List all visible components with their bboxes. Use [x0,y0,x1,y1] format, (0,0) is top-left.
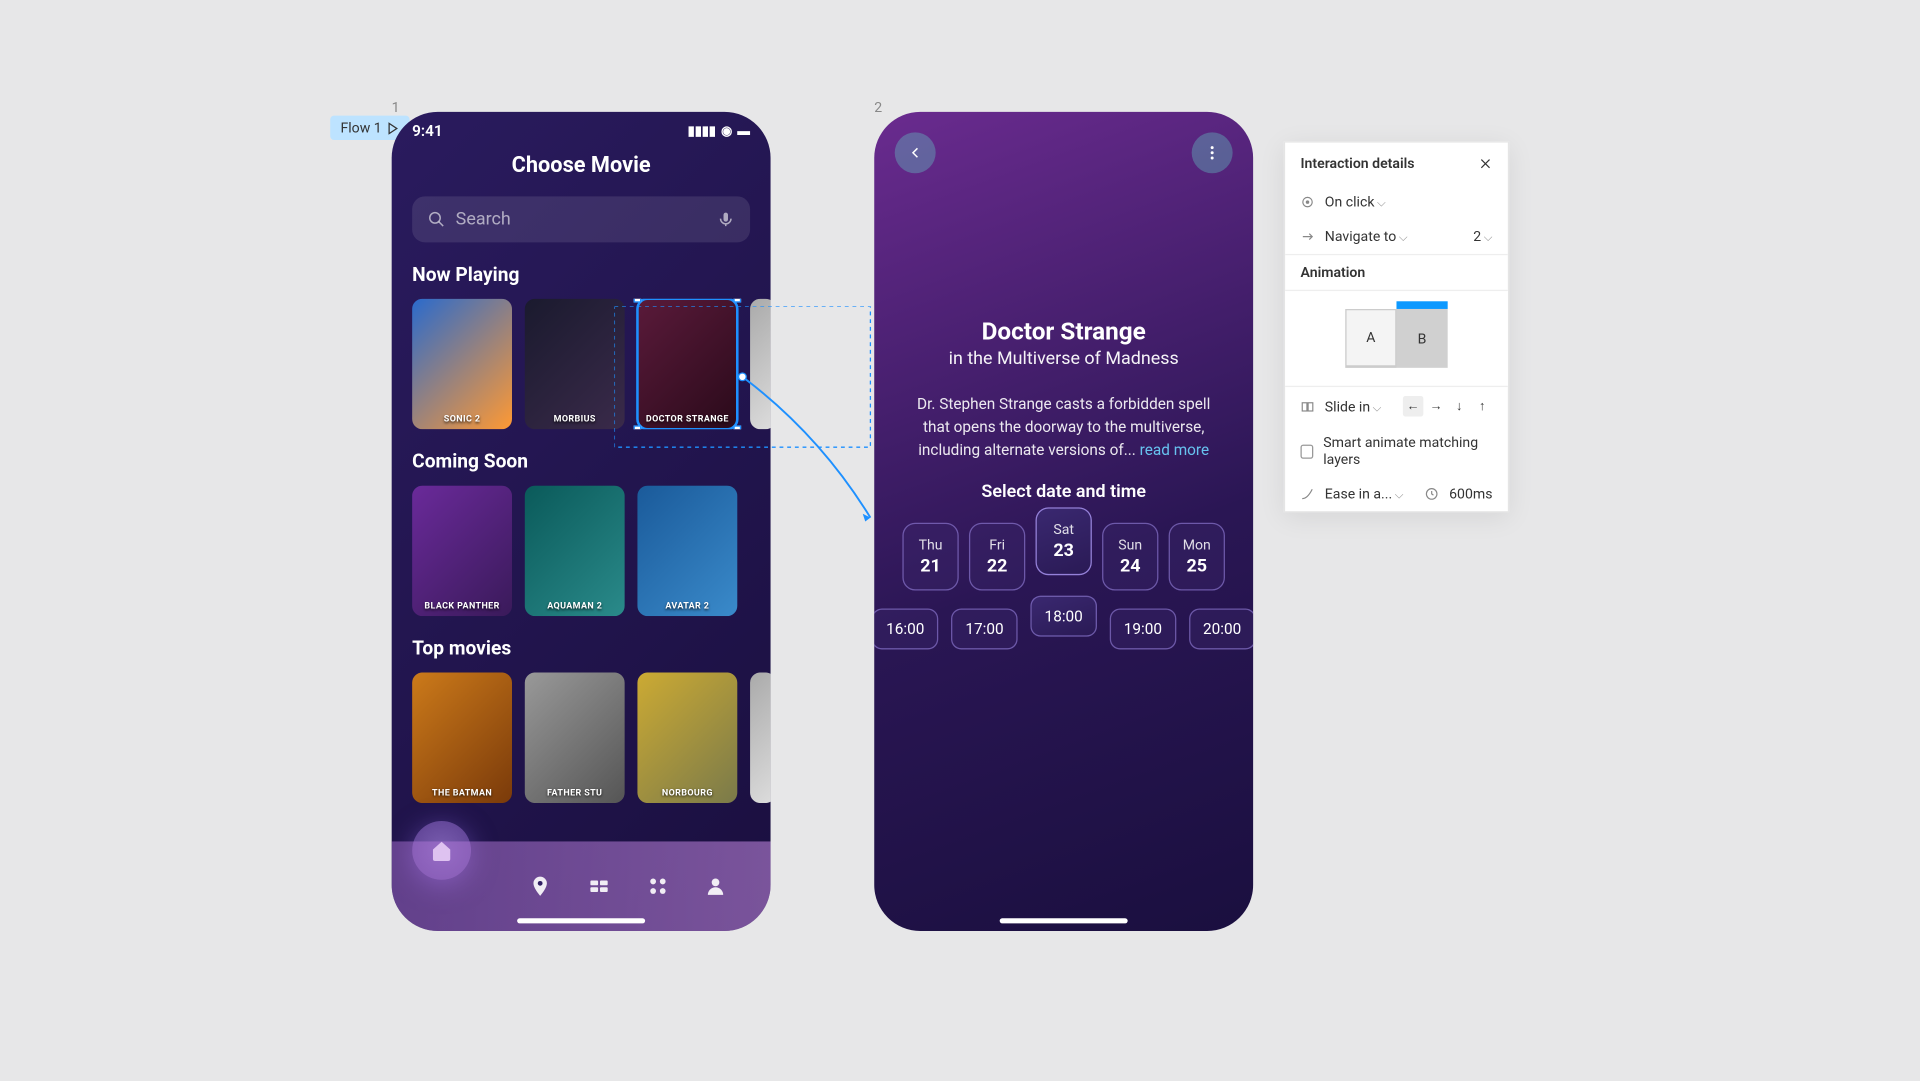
poster[interactable]: THE BATMAN [412,672,512,803]
mic-icon[interactable] [717,210,735,228]
poster[interactable] [750,672,770,803]
search-icon [428,210,446,228]
poster[interactable]: FATHER STU [525,672,625,803]
dir-up-button[interactable]: ↑ [1472,396,1492,416]
top-movies-row: THE BATMAN FATHER STU NORBOURG [392,672,771,803]
now-playing-row: SONIC 2 MORBIUS DOCTOR STRANGE 100 × 130 [392,299,771,430]
animation-preview: A B [1285,290,1508,387]
battery-icon: ▬ [737,124,750,138]
slide-icon [1300,399,1314,413]
easing-icon [1300,487,1314,501]
grid-icon[interactable] [646,875,669,898]
coming-soon-row: BLACK PANTHER AQUAMAN 2 AVATAR 2 [392,486,771,617]
ticket-icon[interactable] [588,875,611,898]
close-icon[interactable] [1478,157,1492,171]
more-button[interactable] [1192,132,1233,173]
action-label[interactable]: Navigate to⌵ [1325,228,1463,245]
date-chip-active[interactable]: Sat23 [1036,507,1092,575]
section-top-movies: Top movies [412,637,750,660]
time-chip[interactable]: 19:00 [1110,608,1176,649]
user-icon[interactable] [704,875,727,898]
poster[interactable] [750,299,770,430]
movie-subtitle: in the Multiverse of Madness [874,349,1253,369]
duration-value[interactable]: 600ms [1449,486,1492,503]
movie-title: Doctor Strange [874,317,1253,346]
status-time: 9:41 [412,122,443,140]
date-chip[interactable]: Sun24 [1102,523,1158,591]
arrow-right-icon [1300,230,1314,244]
status-bar: 9:41 ▮▮▮▮ ◉ ▬ [392,112,771,140]
dots-icon [1203,144,1221,162]
frame-2[interactable]: Doctor Strange in the Multiverse of Madn… [874,112,1253,931]
dir-down-button[interactable]: ↓ [1449,396,1469,416]
flow-badge-label: Flow 1 [340,120,381,137]
poster[interactable]: AVATAR 2 [637,486,737,617]
poster[interactable]: AQUAMAN 2 [525,486,625,617]
wifi-icon: ◉ [721,124,732,138]
dir-right-button[interactable]: → [1426,396,1446,416]
poster-selected[interactable]: DOCTOR STRANGE 100 × 130 [637,299,737,430]
search-input[interactable] [456,209,707,229]
interaction-details-panel: Interaction details On click⌵ Navigate t… [1284,141,1509,512]
animation-type[interactable]: Slide in⌵ [1325,398,1393,415]
search-bar[interactable] [412,196,750,242]
movie-description: Dr. Stephen Strange casts a forbidden sp… [874,369,1253,461]
date-chip[interactable]: Thu21 [902,523,958,591]
page-title: Choose Movie [392,153,771,179]
preview-frame-b: B [1396,309,1447,368]
easing-label[interactable]: Ease in a...⌵ [1325,486,1415,503]
poster[interactable]: BLACK PANTHER [412,486,512,617]
select-date-time-label: Select date and time [874,482,1253,502]
clock-icon [1425,487,1439,501]
time-chip[interactable]: 20:00 [1189,608,1253,649]
arrow-left-icon [906,144,924,162]
frame-label-1: 1 [392,99,400,116]
smart-animate-checkbox[interactable] [1300,444,1313,458]
date-row: Thu21 Fri22 Sat23 Sun24 Mon25 [874,523,1253,591]
poster[interactable]: SONIC 2 [412,299,512,430]
direction-buttons: ← → ↓ ↑ [1403,396,1493,416]
action-target[interactable]: 2⌵ [1473,228,1492,245]
trigger-label[interactable]: On click⌵ [1325,194,1493,211]
time-chip[interactable]: 16:00 [874,608,938,649]
section-now-playing: Now Playing [412,263,750,286]
poster[interactable]: MORBIUS [525,299,625,430]
panel-title: Interaction details [1300,155,1414,172]
date-chip[interactable]: Mon25 [1169,523,1225,591]
preview-frame-a: A [1345,309,1396,368]
date-chip[interactable]: Fri22 [969,523,1025,591]
section-coming-soon: Coming Soon [412,450,750,473]
smart-animate-label: Smart animate matching layers [1323,434,1492,467]
animation-heading: Animation [1300,264,1365,281]
home-indicator [517,918,645,923]
poster[interactable]: NORBOURG [637,672,737,803]
frame-label-2: 2 [874,99,882,116]
dir-left-button[interactable]: ← [1403,396,1423,416]
signal-icon: ▮▮▮▮ [688,124,716,138]
time-chip[interactable]: 17:00 [951,608,1017,649]
location-icon[interactable] [529,875,552,898]
home-indicator [1000,918,1128,923]
play-icon [387,121,400,134]
time-chip-active[interactable]: 18:00 [1030,596,1096,637]
click-icon [1300,195,1314,209]
back-button[interactable] [895,132,936,173]
read-more-link[interactable]: read more [1140,441,1209,459]
frame-1[interactable]: 9:41 ▮▮▮▮ ◉ ▬ Choose Movie Now Playing S… [392,112,771,931]
time-row: 16:00 17:00 18:00 19:00 20:00 [874,608,1253,649]
